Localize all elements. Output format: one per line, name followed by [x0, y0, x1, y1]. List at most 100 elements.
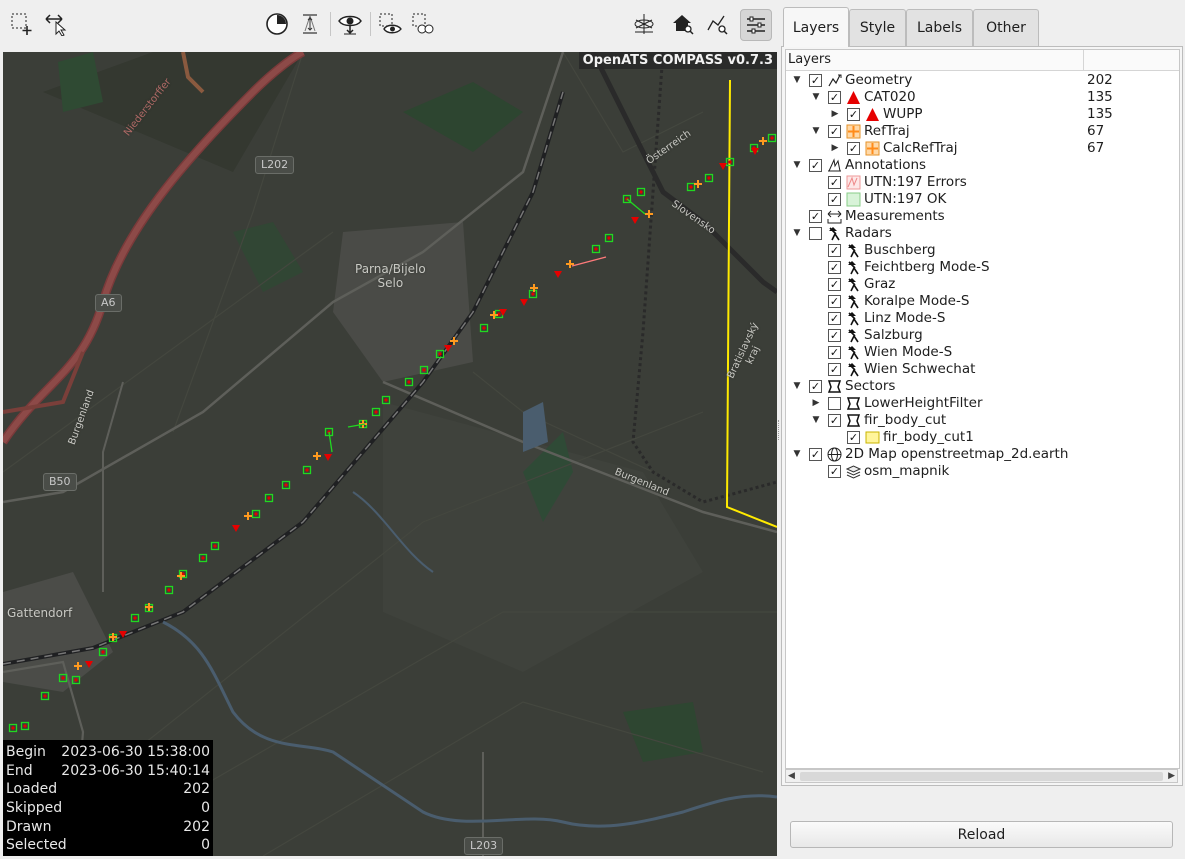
layer-checkbox[interactable]: ✓: [828, 244, 841, 257]
target-report-triangle[interactable]: [324, 454, 332, 461]
tree-row-wupp[interactable]: ▶ ✓ WUPP 135: [786, 106, 1179, 123]
map-view[interactable]: Parna/Bijelo Selo Gattendorf L202 A6 B50…: [3, 52, 777, 856]
tree-row-utn-197-errors[interactable]: ✓ UTN:197 Errors: [786, 174, 1179, 191]
layer-checkbox[interactable]: [809, 227, 822, 240]
ref-traj-cross[interactable]: [759, 137, 767, 145]
layer-checkbox[interactable]: ✓: [809, 210, 822, 223]
layer-checkbox[interactable]: ✓: [809, 74, 822, 87]
target-report-triangle[interactable]: [719, 163, 727, 170]
tab-labels[interactable]: Labels: [906, 9, 973, 46]
layer-checkbox[interactable]: ✓: [828, 465, 841, 478]
settings-sliders-icon[interactable]: [740, 9, 772, 41]
tree-row-koralpe-mode-s[interactable]: ✓ Koralpe Mode-S: [786, 293, 1179, 310]
move-select-icon[interactable]: [42, 10, 70, 38]
tree-row-linz-mode-s[interactable]: ✓ Linz Mode-S: [786, 310, 1179, 327]
tree-row-wien-mode-s[interactable]: ✓ Wien Mode-S: [786, 344, 1179, 361]
ref-traj-cross[interactable]: [450, 337, 458, 345]
layer-checkbox[interactable]: ✓: [809, 380, 822, 393]
layer-checkbox[interactable]: ✓: [828, 363, 841, 376]
collapse-arrow-icon[interactable]: ▼: [792, 157, 802, 174]
layer-checkbox[interactable]: ✓: [809, 159, 822, 172]
target-report-triangle[interactable]: [232, 525, 240, 532]
ref-traj-cross[interactable]: [645, 210, 653, 218]
reload-button[interactable]: Reload: [790, 821, 1173, 848]
collapse-arrow-icon[interactable]: ▼: [811, 89, 821, 106]
tree-row-2d-map-openstreetmap-2d-earth[interactable]: ▼ ✓ 2D Map openstreetmap_2d.earth: [786, 446, 1179, 463]
layer-checkbox[interactable]: ✓: [828, 91, 841, 104]
tree-row-calcreftraj[interactable]: ▶ ✓ CalcRefTraj 67: [786, 140, 1179, 157]
tree-row-fir-body-cut1[interactable]: ✓ fir_body_cut1: [786, 429, 1179, 446]
tree-row-salzburg[interactable]: ✓ Salzburg: [786, 327, 1179, 344]
scroll-thumb[interactable]: [800, 772, 1163, 781]
tree-row-annotations[interactable]: ▼ ✓ Annotations: [786, 157, 1179, 174]
select-multi-icon[interactable]: [409, 10, 437, 38]
layer-checkbox[interactable]: ✓: [828, 312, 841, 325]
collapse-arrow-icon[interactable]: ▼: [792, 72, 802, 89]
layer-checkbox[interactable]: ✓: [847, 108, 860, 121]
tree-row-reftraj[interactable]: ▼ ✓ RefTraj 67: [786, 123, 1179, 140]
collapse-arrow-icon[interactable]: ▼: [792, 225, 802, 242]
ref-traj-cross[interactable]: [313, 452, 321, 460]
route-zoom-icon[interactable]: [703, 10, 731, 38]
tab-style[interactable]: Style: [849, 9, 906, 46]
home-zoom-icon[interactable]: [669, 10, 697, 38]
ref-traj-cross[interactable]: [694, 180, 702, 188]
layer-checkbox[interactable]: ✓: [847, 431, 860, 444]
target-report-triangle[interactable]: [444, 345, 452, 352]
layer-tree[interactable]: Layers ▼ ✓ Geometry 202 ▼ ✓ CAT020 135 ▶ ✓ WUPP 135…: [785, 49, 1180, 769]
tab-other[interactable]: Other: [973, 9, 1039, 46]
tree-row-measurements[interactable]: ✓ Measurements: [786, 208, 1179, 225]
tab-layers[interactable]: Layers: [783, 7, 849, 47]
layer-checkbox[interactable]: ✓: [828, 329, 841, 342]
layer-checkbox[interactable]: ✓: [847, 142, 860, 155]
target-report-triangle[interactable]: [554, 271, 562, 278]
layer-checkbox[interactable]: ✓: [828, 295, 841, 308]
target-report-triangle[interactable]: [631, 217, 639, 224]
expand-arrow-icon[interactable]: ▶: [811, 395, 821, 412]
target-report-triangle[interactable]: [85, 661, 93, 668]
horizontal-scrollbar[interactable]: ◀ ▶: [785, 769, 1178, 783]
tree-header[interactable]: Layers: [786, 50, 1179, 71]
time-filter-icon[interactable]: [263, 10, 291, 38]
tree-row-osm-mapnik[interactable]: ✓ osm_mapnik: [786, 463, 1179, 480]
tree-row-graz[interactable]: ✓ Graz: [786, 276, 1179, 293]
scroll-left-icon[interactable]: ◀: [788, 771, 795, 781]
tree-row-lowerheightfilter[interactable]: ▶ LowerHeightFilter: [786, 395, 1179, 412]
tree-row-utn-197-ok[interactable]: ✓ UTN:197 OK: [786, 191, 1179, 208]
layer-checkbox[interactable]: ✓: [828, 261, 841, 274]
layer-checkbox[interactable]: ✓: [809, 448, 822, 461]
tree-row-sectors[interactable]: ▼ ✓ Sectors: [786, 378, 1179, 395]
collapse-arrow-icon[interactable]: ▼: [811, 412, 821, 429]
tree-row-feichtberg-mode-s[interactable]: ✓ Feichtberg Mode-S: [786, 259, 1179, 276]
ref-traj-cross[interactable]: [244, 512, 252, 520]
select-rect-icon[interactable]: [8, 10, 36, 38]
select-eye-icon[interactable]: [376, 10, 404, 38]
layer-checkbox[interactable]: [828, 397, 841, 410]
ref-traj-cross[interactable]: [74, 662, 82, 670]
height-filter-icon[interactable]: [296, 10, 324, 38]
show-selected-icon[interactable]: [336, 10, 364, 38]
tree-row-radars[interactable]: ▼ Radars: [786, 225, 1179, 242]
collapse-arrow-icon[interactable]: ▼: [792, 446, 802, 463]
layer-checkbox[interactable]: ✓: [828, 193, 841, 206]
layer-checkbox[interactable]: ✓: [828, 125, 841, 138]
tree-row-buschberg[interactable]: ✓ Buschberg: [786, 242, 1179, 259]
tree-row-wien-schwechat[interactable]: ✓ Wien Schwechat: [786, 361, 1179, 378]
trajectory-layer[interactable]: [3, 52, 777, 856]
tree-row-geometry[interactable]: ▼ ✓ Geometry 202: [786, 72, 1179, 89]
target-report-triangle[interactable]: [119, 631, 127, 638]
tree-row-cat020[interactable]: ▼ ✓ CAT020 135: [786, 89, 1179, 106]
layer-checkbox[interactable]: ✓: [828, 278, 841, 291]
scroll-right-icon[interactable]: ▶: [1168, 771, 1175, 781]
layer-checkbox[interactable]: ✓: [828, 346, 841, 359]
collapse-arrow-icon[interactable]: ▼: [811, 123, 821, 140]
layer-checkbox[interactable]: ✓: [828, 414, 841, 427]
globe-3d-icon[interactable]: [630, 10, 658, 38]
tree-row-fir-body-cut[interactable]: ▼ ✓ fir_body_cut: [786, 412, 1179, 429]
ref-traj-cross[interactable]: [566, 260, 574, 268]
expand-arrow-icon[interactable]: ▶: [830, 140, 840, 157]
expand-arrow-icon[interactable]: ▶: [830, 106, 840, 123]
collapse-arrow-icon[interactable]: ▼: [792, 378, 802, 395]
target-report-triangle[interactable]: [520, 299, 528, 306]
layer-checkbox[interactable]: ✓: [828, 176, 841, 189]
